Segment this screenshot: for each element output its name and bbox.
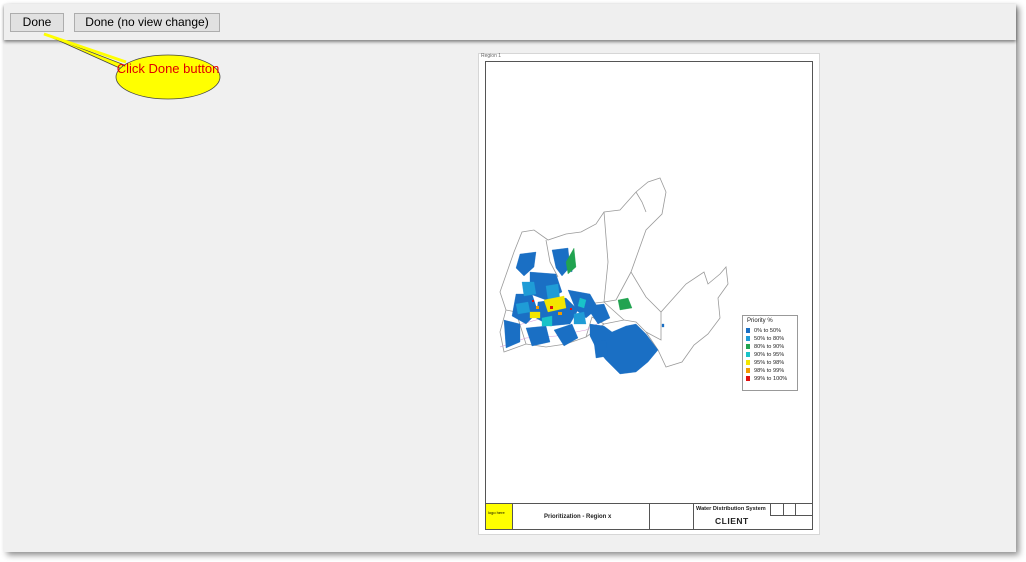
sheet-label: Region 1 (481, 53, 502, 59)
legend-item: 50% to 80% (746, 336, 784, 343)
legend-item: 90% to 95% (746, 352, 784, 359)
legend-item: 98% to 99% (746, 368, 784, 375)
legend-item: 95% to 98% (746, 360, 784, 367)
map-frame: Priority % 0% to 50% 50% to 80% 80% to 9… (485, 61, 813, 530)
system-name: Water Distribution System (696, 506, 766, 512)
title-block: logo here Prioritization - Region x Wate… (486, 503, 813, 529)
client-name: CLIENT (715, 516, 749, 526)
network-map (499, 177, 729, 375)
legend-title: Priority % (747, 318, 773, 324)
map-sheet[interactable]: Region 1 Priority % 0% to 50% 50% to 80%… (478, 53, 820, 535)
legend-item: 0% to 50% (746, 328, 781, 335)
revision-cells (770, 504, 813, 516)
legend-item: 80% to 90% (746, 344, 784, 351)
map-legend: Priority % 0% to 50% 50% to 80% 80% to 9… (742, 315, 798, 391)
legend-item: 99% to 100% (746, 376, 787, 383)
blank-cell (649, 504, 694, 529)
logo-placeholder: logo here (486, 504, 512, 529)
drawing-title: Prioritization - Region x (544, 514, 612, 520)
callout-text: Click Done button (116, 61, 220, 76)
